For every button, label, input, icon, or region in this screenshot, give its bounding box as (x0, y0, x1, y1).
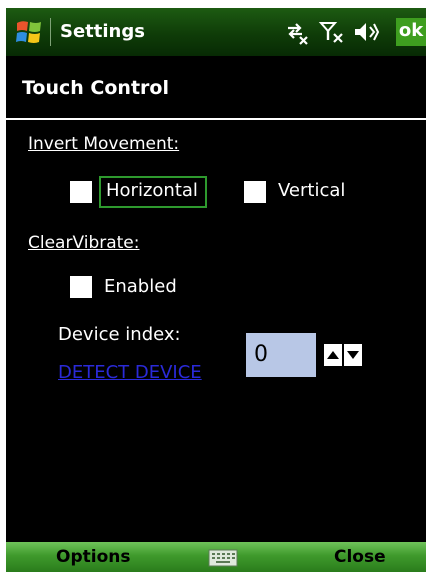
horizontal-checkbox[interactable] (70, 181, 92, 203)
enabled-checkbox[interactable] (70, 276, 92, 298)
speaker-icon[interactable] (352, 18, 380, 46)
header-divider (6, 118, 426, 120)
spin-up-icon[interactable] (324, 344, 342, 366)
keyboard-icon[interactable] (208, 549, 238, 567)
device-index-input[interactable]: 0 (246, 333, 316, 377)
title-bar: Settings ok (6, 8, 426, 56)
invert-movement-label: Invert Movement: (28, 134, 180, 154)
softkey-bar: Options Close (6, 542, 426, 572)
windows-logo-icon[interactable] (14, 17, 44, 47)
horizontal-label[interactable]: Horizontal (106, 179, 198, 203)
spin-down-icon[interactable] (344, 344, 362, 366)
ok-button[interactable]: ok (396, 18, 426, 46)
close-softkey[interactable]: Close (334, 542, 386, 572)
page-title: Touch Control (22, 77, 169, 99)
clearvibrate-label: ClearVibrate: (28, 233, 140, 253)
enabled-label[interactable]: Enabled (104, 275, 177, 299)
device-index-label: Device index: (58, 324, 181, 345)
options-softkey[interactable]: Options (56, 542, 130, 572)
app-title: Settings (60, 21, 145, 42)
title-separator (50, 18, 51, 46)
device-screen: Settings ok Touch Control Invert Movemen… (6, 8, 426, 572)
vertical-checkbox[interactable] (244, 181, 266, 203)
vertical-label[interactable]: Vertical (278, 179, 345, 203)
signal-off-icon[interactable] (318, 18, 346, 46)
page-header: Touch Control (6, 64, 426, 112)
detect-device-link[interactable]: DETECT DEVICE (58, 362, 202, 383)
connectivity-icon[interactable] (282, 18, 310, 46)
